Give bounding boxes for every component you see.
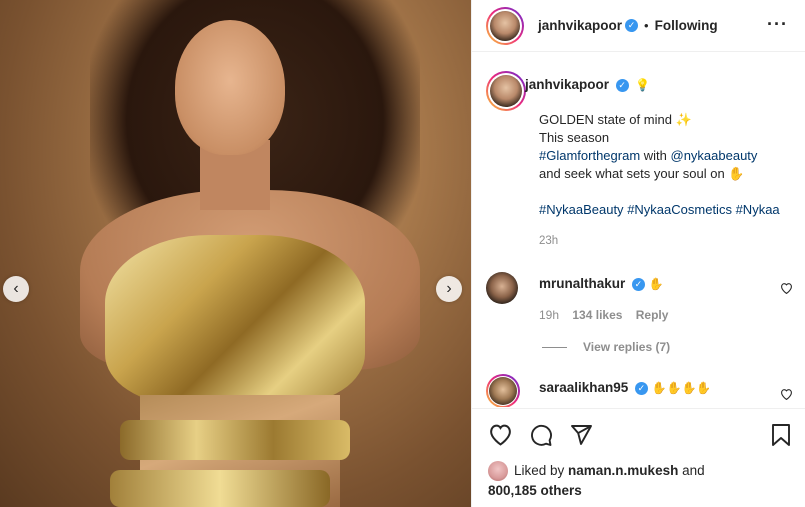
header-avatar[interactable] <box>486 6 524 45</box>
header-separator: • <box>644 18 649 33</box>
likes-summary: Liked by naman.n.mukesh and 800,185 othe… <box>488 461 705 500</box>
caption-avatar[interactable] <box>486 71 526 111</box>
comment-icon[interactable] <box>529 423 553 450</box>
more-icon[interactable]: ··· <box>767 14 788 35</box>
caption-header: janhvikapoor ✓ 💡 <box>525 77 651 93</box>
bulb-emoji: 💡 <box>635 78 651 92</box>
comment-text: ✋ <box>648 277 664 291</box>
caption-username[interactable]: janhvikapoor <box>525 77 609 92</box>
post-header: janhvikapoor ✓ • Following ··· <box>472 0 805 52</box>
action-bar <box>472 408 805 458</box>
hashtag-nykaacosmetics[interactable]: #NykaaCosmetics <box>627 202 732 217</box>
comment-username[interactable]: saraalikhan95 <box>539 380 628 395</box>
liker-username[interactable]: naman.n.mukesh <box>568 463 678 478</box>
comment-avatar[interactable] <box>486 272 518 304</box>
post-photo[interactable]: ‹ › <box>0 0 471 507</box>
header-username[interactable]: janhvikapoor <box>538 18 622 33</box>
verified-badge-icon: ✓ <box>615 79 629 93</box>
caption-with: with <box>640 148 671 163</box>
caption-hashtags: #NykaaBeauty #NykaaCosmetics #Nykaa <box>539 201 801 219</box>
hashtag-nykaa[interactable]: #Nykaa <box>736 202 780 217</box>
photo-gold-wrap <box>120 420 350 460</box>
comment-avatar[interactable] <box>486 374 520 407</box>
heart-icon[interactable] <box>488 423 513 449</box>
replies-divider <box>542 346 567 348</box>
hashtag-glamforthegram[interactable]: #Glamforthegram <box>539 148 640 163</box>
likes-prefix: Liked by <box>514 463 569 478</box>
caption-line-4: and seek what sets your soul on ✋ <box>539 166 745 181</box>
comment-heart-icon[interactable] <box>780 282 793 297</box>
caption-text: GOLDEN state of mind ✨ This season #Glam… <box>539 111 801 219</box>
comment-username[interactable]: mrunalthakur <box>539 276 625 291</box>
chevron-right-icon[interactable]: › <box>436 276 462 302</box>
liker-avatar[interactable] <box>488 461 508 482</box>
view-replies-label: View replies (7) <box>583 340 671 354</box>
mention-nykaabeauty[interactable]: @nykaabeauty <box>671 148 758 163</box>
verified-badge-icon: ✓ <box>634 382 648 396</box>
likes-and: and <box>678 463 705 478</box>
following-button[interactable]: Following <box>655 18 718 33</box>
bookmark-icon[interactable] <box>771 423 791 450</box>
comment-time[interactable]: 19h <box>539 308 559 322</box>
view-replies-button[interactable]: View replies (7) <box>542 340 670 354</box>
comments-section: janhvikapoor ✓ 💡 GOLDEN state of mind ✨ … <box>472 53 805 407</box>
comment-meta: 19h 134 likes Reply <box>539 308 678 322</box>
caption-line-2: This season <box>539 130 610 145</box>
comment-heart-icon[interactable] <box>780 388 793 403</box>
verified-badge-icon: ✓ <box>631 278 645 292</box>
photo-gold-skirt <box>110 470 330 507</box>
comment-item: mrunalthakur ✓ ✋ 19h 134 likes Reply <box>486 272 793 322</box>
likes-count[interactable]: 800,185 others <box>488 483 582 498</box>
comment-item: saraalikhan95 ✓ ✋✋✋✋ <box>486 374 792 407</box>
verified-badge-icon: ✓ <box>625 19 639 32</box>
caption-line-1: GOLDEN state of mind ✨ <box>539 112 692 127</box>
reply-button[interactable]: Reply <box>636 308 669 322</box>
hashtag-nykaabeauty[interactable]: #NykaaBeauty <box>539 202 624 217</box>
share-icon[interactable] <box>569 423 593 450</box>
comment-text: ✋✋✋✋ <box>651 381 712 395</box>
chevron-left-icon[interactable]: ‹ <box>3 276 29 302</box>
caption-timestamp[interactable]: 23h <box>539 235 558 247</box>
comment-likes[interactable]: 134 likes <box>572 308 622 322</box>
caption-line-3: #Glamforthegram with @nykaabeauty <box>539 147 801 165</box>
photo-face <box>175 20 285 155</box>
post-panel: janhvikapoor ✓ • Following ··· janhvikap… <box>471 0 805 507</box>
photo-gold-top <box>105 235 365 405</box>
